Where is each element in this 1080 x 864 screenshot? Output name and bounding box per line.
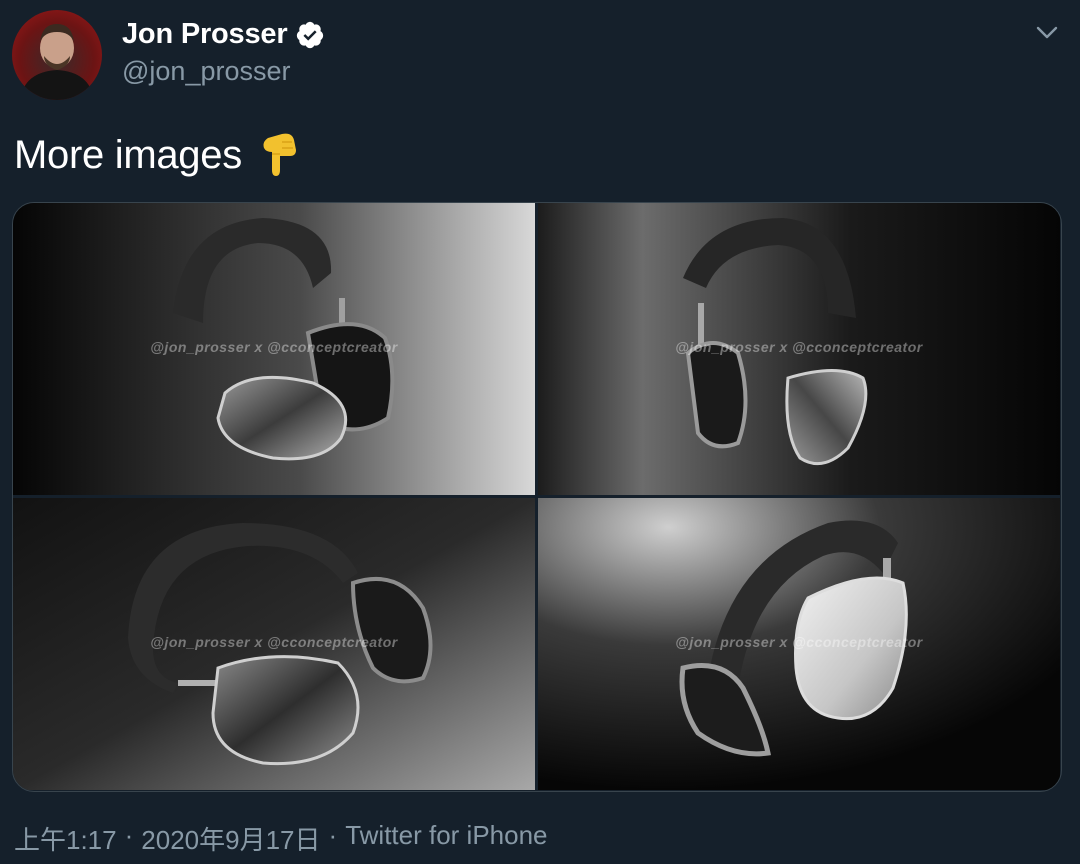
media-grid: @jon_prosser x @cconceptcreator @jon_pro… bbox=[12, 202, 1062, 792]
media-photo-3[interactable]: @jon_prosser x @cconceptcreator bbox=[13, 498, 535, 790]
tweet-date[interactable]: 2020年9月17日 bbox=[141, 820, 320, 857]
media-photo-2[interactable]: @jon_prosser x @cconceptcreator bbox=[538, 203, 1060, 495]
author-handle[interactable]: @jon_prosser bbox=[122, 56, 291, 87]
media-photo-4[interactable]: @jon_prosser x @cconceptcreator bbox=[538, 498, 1060, 790]
meta-separator: · bbox=[124, 820, 134, 850]
chevron-down-icon[interactable] bbox=[1032, 20, 1062, 44]
media-photo-1[interactable]: @jon_prosser x @cconceptcreator bbox=[13, 203, 535, 495]
author-name-row[interactable]: Jon Prosser bbox=[122, 18, 325, 51]
tweet-text-content: More images bbox=[14, 132, 242, 177]
display-name[interactable]: Jon Prosser bbox=[122, 18, 288, 51]
tweet-text: More images bbox=[14, 130, 302, 180]
verified-badge-icon bbox=[295, 20, 325, 50]
backhand-index-pointing-down-icon bbox=[258, 130, 302, 180]
tweet: Jon Prosser @jon_prosser More images @jo… bbox=[0, 0, 1080, 864]
avatar[interactable] bbox=[12, 10, 102, 100]
tweet-time[interactable]: 上午1:17 bbox=[14, 820, 117, 857]
meta-separator: · bbox=[328, 820, 338, 850]
tweet-meta: 上午1:17 · 2020年9月17日 · Twitter for iPhone bbox=[14, 820, 548, 857]
tweet-source-link[interactable]: Twitter for iPhone bbox=[345, 820, 547, 857]
